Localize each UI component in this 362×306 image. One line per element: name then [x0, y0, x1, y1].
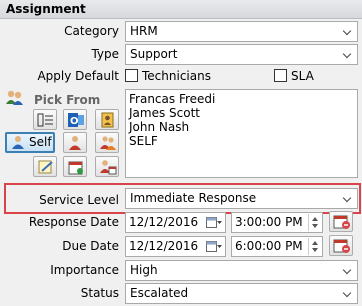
spinner-icon	[308, 214, 321, 231]
calendar-dropdown-icon	[206, 217, 222, 228]
chevron-down-icon	[341, 22, 355, 41]
calendar-clear-icon	[333, 215, 350, 229]
assignment-section-header: Assignment	[0, 0, 362, 19]
user-calendar-icon	[100, 160, 117, 175]
self-button-label: Self	[29, 135, 52, 149]
category-dropdown[interactable]: HRM	[125, 21, 358, 42]
calendar-dropdown-icon	[206, 241, 222, 252]
importance-dropdown[interactable]: High	[125, 260, 358, 281]
svg-text:O: O	[70, 116, 79, 127]
due-time-value: 6:00:00 PM	[235, 239, 303, 253]
assignee-listbox[interactable]: Francas Freedi James Scott John Nash SEL…	[125, 89, 358, 178]
list-view-button[interactable]	[33, 109, 57, 130]
due-date-label: Due Date	[62, 239, 119, 253]
response-date-picker[interactable]: 12/12/2016	[125, 212, 226, 233]
status-label: Status	[80, 286, 119, 300]
response-date-clear-button[interactable]	[329, 211, 353, 232]
user-icon	[12, 136, 24, 149]
note-edit-icon	[38, 160, 53, 174]
list-item[interactable]: Francas Freedi	[129, 92, 354, 106]
outlook-icon: O	[68, 113, 84, 127]
status-value: Escalated	[130, 286, 189, 300]
type-label: Type	[91, 47, 119, 61]
user-manager-button[interactable]	[63, 132, 87, 153]
technicians-checkbox[interactable]	[125, 69, 138, 82]
user-schedule-button[interactable]	[95, 156, 119, 177]
outlook-button[interactable]: O	[63, 109, 87, 130]
type-value: Support	[130, 47, 178, 61]
user-manager-icon	[69, 136, 81, 150]
edit-note-button[interactable]	[33, 156, 57, 177]
due-time-input[interactable]: 6:00:00 PM	[231, 236, 323, 257]
response-time-value: 3:00:00 PM	[235, 215, 303, 229]
response-date-value: 12/12/2016	[129, 215, 199, 229]
users-group-icon	[5, 89, 25, 107]
pick-from-label: Pick From	[34, 93, 101, 107]
schedule-button[interactable]	[63, 156, 87, 177]
address-book-icon	[101, 112, 114, 128]
self-button[interactable]: Self	[5, 132, 55, 153]
list-view-icon	[37, 113, 53, 127]
list-item[interactable]: SELF	[129, 134, 354, 148]
user-group-button[interactable]	[95, 132, 119, 153]
spinner-icon	[308, 238, 321, 255]
list-item[interactable]: James Scott	[129, 106, 354, 120]
list-item[interactable]: John Nash	[129, 120, 354, 134]
due-date-clear-button[interactable]	[329, 235, 353, 256]
sla-checkbox[interactable]	[274, 69, 287, 82]
status-dropdown[interactable]: Escalated	[125, 283, 358, 304]
category-label: Category	[64, 24, 119, 38]
chevron-down-icon	[341, 284, 355, 303]
user-group-icon	[100, 136, 116, 150]
category-value: HRM	[130, 24, 158, 38]
calendar-icon	[68, 161, 83, 175]
due-date-value: 12/12/2016	[129, 239, 199, 253]
type-dropdown[interactable]: Support	[125, 44, 358, 65]
importance-value: High	[130, 263, 158, 277]
chevron-down-icon	[341, 261, 355, 280]
address-book-button[interactable]	[95, 109, 119, 130]
service-level-value: Immediate Response	[130, 191, 257, 205]
technicians-label: Technicians	[142, 69, 211, 83]
response-date-label: Response Date	[28, 215, 119, 229]
sla-label: SLA	[291, 69, 314, 83]
importance-label: Importance	[50, 263, 119, 277]
chevron-down-icon	[341, 45, 355, 64]
calendar-clear-icon	[333, 239, 350, 253]
service-level-label: Service Level	[39, 193, 119, 207]
response-time-input[interactable]: 3:00:00 PM	[231, 212, 323, 233]
apply-default-label: Apply Default	[37, 69, 119, 83]
service-level-dropdown[interactable]: Immediate Response	[125, 188, 358, 209]
due-date-picker[interactable]: 12/12/2016	[125, 236, 226, 257]
chevron-down-icon	[341, 189, 355, 208]
